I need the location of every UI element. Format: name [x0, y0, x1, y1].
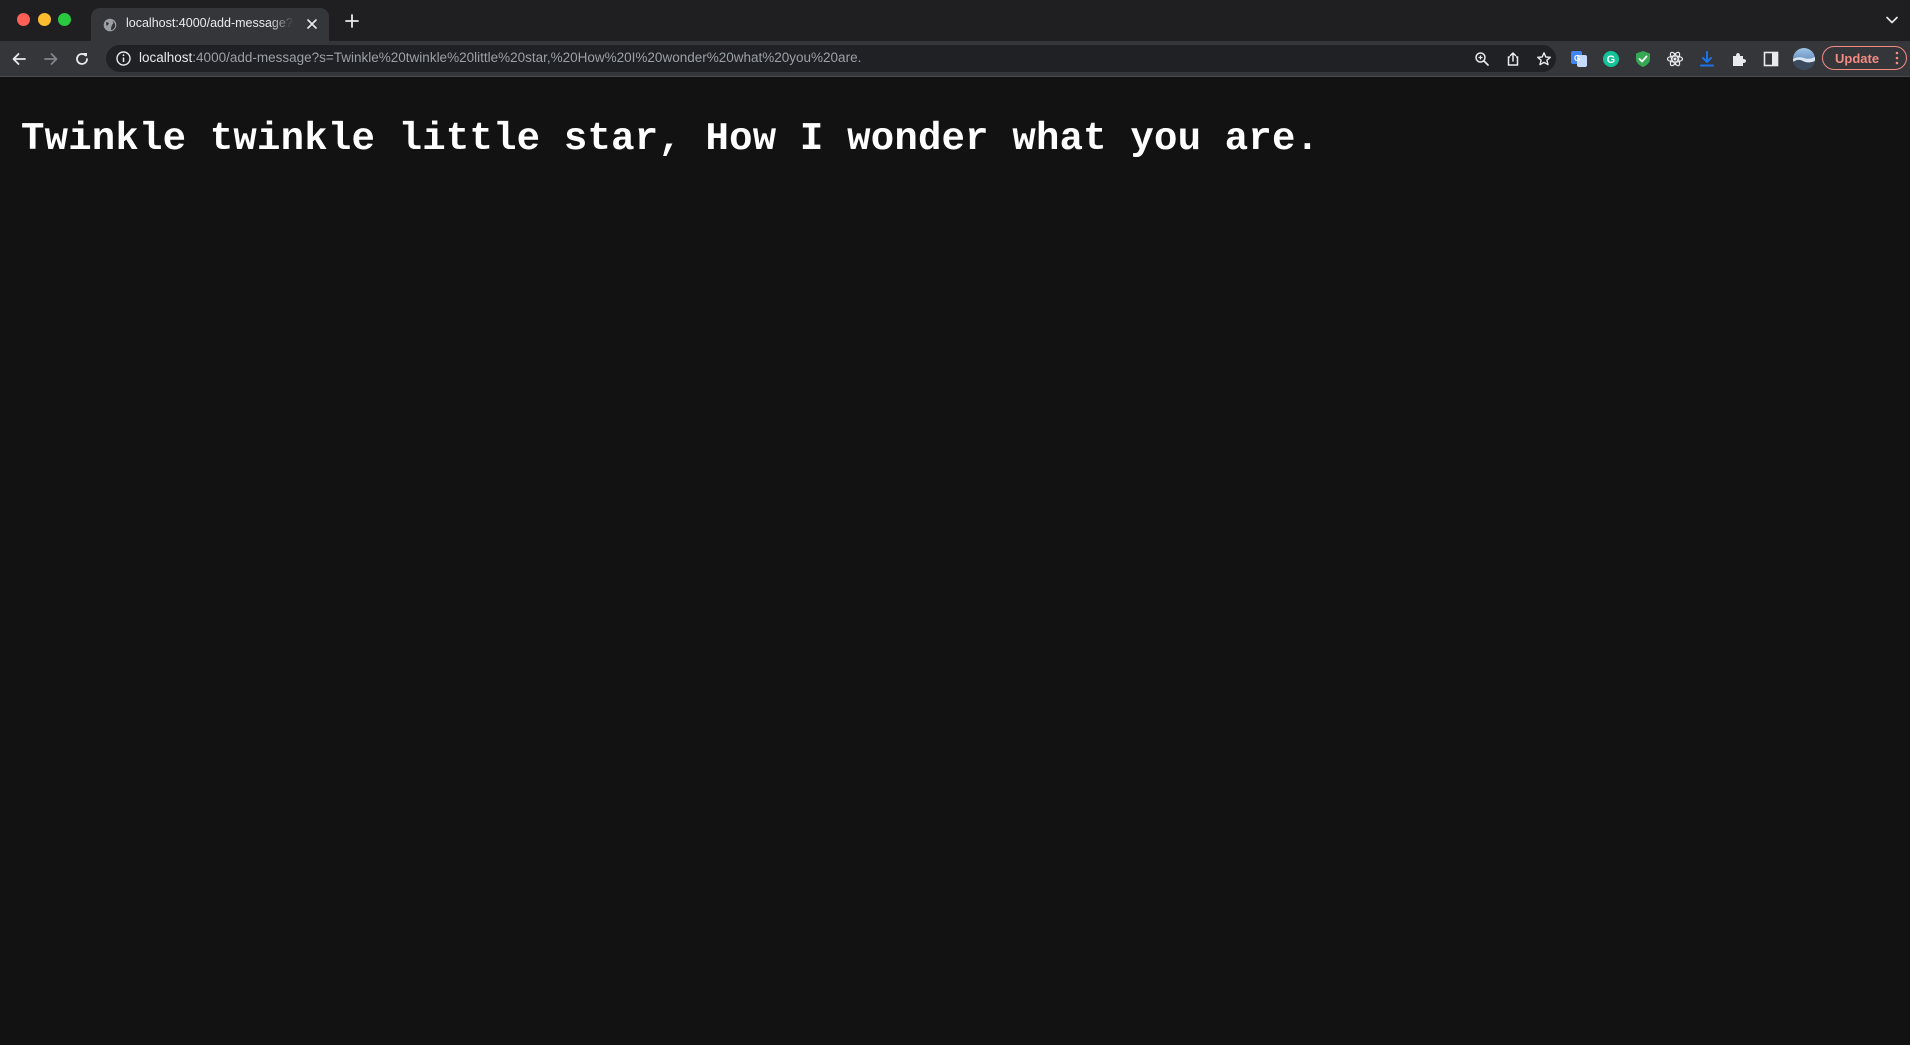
url-text: localhost:4000/add-message?s=Twinkle%20t… — [139, 50, 861, 65]
sidebar-icon[interactable] — [1761, 49, 1781, 69]
update-button[interactable]: Update — [1822, 46, 1907, 70]
zoom-icon[interactable] — [1472, 49, 1492, 69]
maximize-window-button[interactable] — [58, 13, 71, 26]
address-bar[interactable]: localhost:4000/add-message?s=Twinkle%20t… — [106, 45, 1556, 72]
tab-strip: localhost:4000/add-message?s=Twinkle twi… — [0, 0, 1910, 41]
browser-toolbar: localhost:4000/add-message?s=Twinkle%20t… — [0, 41, 1910, 77]
bookmark-star-icon[interactable] — [1534, 49, 1554, 69]
download-icon[interactable] — [1697, 49, 1717, 69]
puzzle-icon[interactable] — [1729, 49, 1749, 69]
react-devtools-icon[interactable] — [1665, 49, 1685, 69]
tab-close-icon[interactable] — [303, 15, 321, 33]
forward-arrow-icon[interactable] — [39, 47, 63, 71]
svg-text:G: G — [1574, 54, 1580, 63]
new-tab-plus-icon[interactable] — [342, 11, 362, 31]
svg-text:G: G — [1607, 54, 1616, 66]
profile-avatar[interactable] — [1793, 48, 1815, 70]
back-arrow-icon[interactable] — [7, 47, 31, 71]
shield-check-icon[interactable] — [1633, 49, 1653, 69]
minimize-window-button[interactable] — [38, 13, 51, 26]
active-tab[interactable]: localhost:4000/add-message?s=Twinkle twi… — [91, 8, 329, 41]
message-heading: Twinkle twinkle little star, How I wonde… — [21, 117, 1320, 161]
site-info-icon[interactable] — [115, 50, 132, 67]
browser-window: localhost:4000/add-message?s=Twinkle twi… — [0, 0, 1910, 1045]
grammarly-icon[interactable]: G — [1601, 49, 1621, 69]
more-options-icon[interactable] — [1894, 50, 1900, 66]
tab-search-chevron-icon[interactable] — [1884, 12, 1900, 28]
globe-icon — [103, 18, 117, 32]
update-label: Update — [1835, 51, 1880, 66]
share-icon[interactable] — [1503, 49, 1523, 69]
close-window-button[interactable] — [17, 13, 30, 26]
reload-icon[interactable] — [70, 47, 94, 71]
translate-icon[interactable]: G — [1569, 49, 1589, 69]
page-content: Twinkle twinkle little star, How I wonde… — [0, 77, 1910, 1045]
url-path: :4000/add-message?s=Twinkle%20twinkle%20… — [192, 50, 862, 65]
tab-title: localhost:4000/add-message?s=Twinkle twi… — [126, 16, 294, 30]
url-host: localhost — [139, 50, 193, 65]
